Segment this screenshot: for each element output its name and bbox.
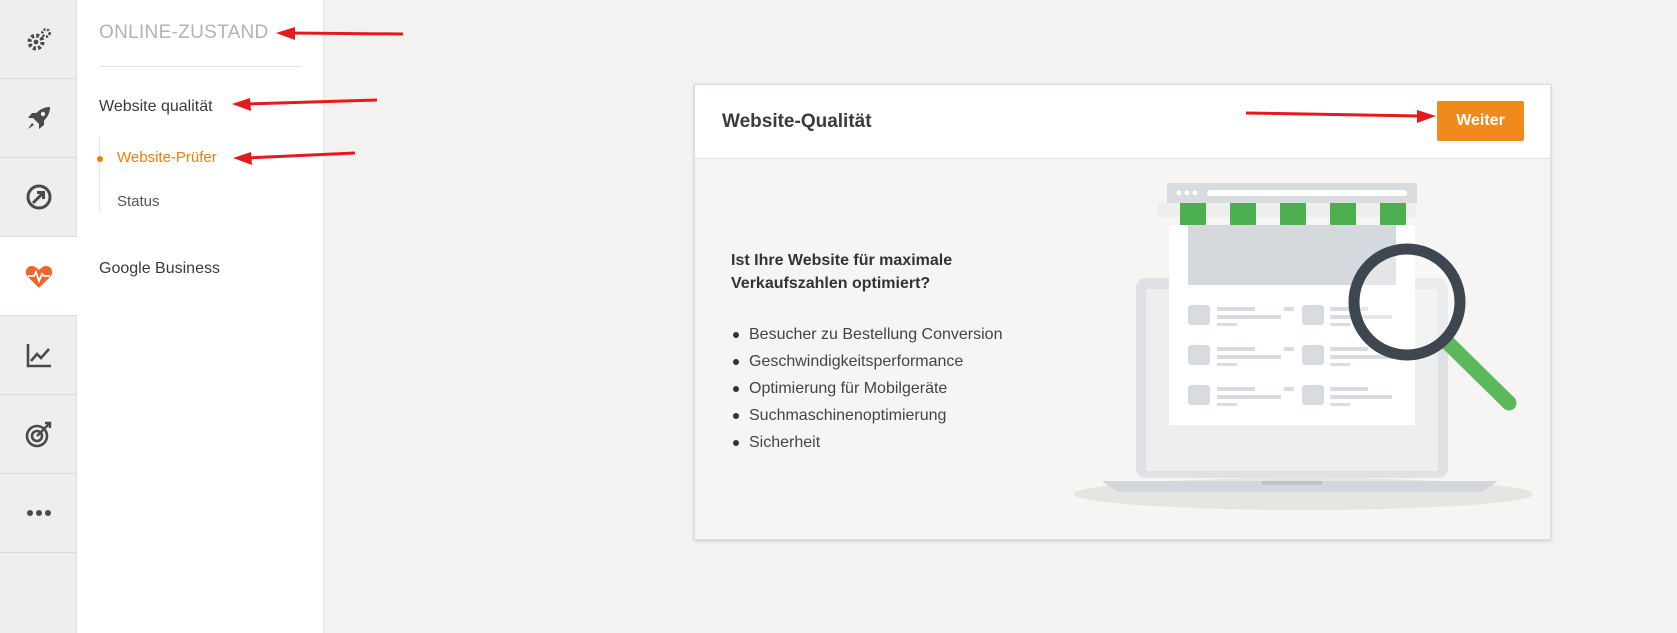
list-item: Optimierung für Mobilgeräte	[731, 375, 1002, 402]
nav-status[interactable]: Status	[117, 193, 160, 210]
nav-website-quality[interactable]: Website qualität	[99, 98, 213, 116]
card-question: Ist Ihre Website für maximale Verkaufsza…	[731, 252, 953, 292]
shop-laptop-illustration	[1074, 183, 1532, 510]
subnav-rail	[99, 136, 100, 212]
gauge-arrow-icon	[26, 184, 51, 210]
heart-pulse-icon	[25, 266, 52, 288]
section-subnav: ONLINE-ZUSTAND Website qualität Website-…	[77, 0, 324, 633]
next-button[interactable]: Weiter	[1437, 101, 1524, 141]
nav-google-business[interactable]: Google Business	[99, 260, 220, 278]
health-nav-button[interactable]	[0, 237, 77, 316]
performance-nav-button[interactable]	[0, 158, 77, 237]
section-title: ONLINE-ZUSTAND	[99, 22, 269, 43]
launch-nav-button[interactable]	[0, 79, 77, 158]
target-icon	[25, 421, 51, 448]
nav-website-checker[interactable]: Website-Prüfer	[117, 149, 217, 166]
list-item: Suchmaschinenoptimierung	[731, 402, 1002, 429]
analytics-nav-button[interactable]	[0, 316, 77, 395]
line-chart-icon	[26, 344, 51, 368]
website-quality-card: Website-Qualität Weiter Ist Ihre Website…	[694, 84, 1551, 540]
more-nav-button[interactable]	[0, 474, 77, 553]
section-divider	[99, 66, 302, 67]
feature-list: Besucher zu Bestellung Conversion Geschw…	[731, 321, 1002, 456]
rocket-icon	[27, 107, 50, 129]
more-dots-icon	[26, 510, 51, 516]
list-item: Geschwindigkeitsperformance	[731, 348, 1002, 375]
card-title: Website-Qualität	[722, 111, 872, 132]
active-indicator-dot	[97, 156, 103, 162]
card-header: Website-Qualität Weiter	[695, 85, 1550, 159]
settings-gears-icon	[27, 28, 51, 51]
settings-nav-button[interactable]	[0, 0, 77, 79]
goals-nav-button[interactable]	[0, 395, 77, 474]
list-item: Besucher zu Bestellung Conversion	[731, 321, 1002, 348]
icon-sidebar	[0, 0, 77, 633]
list-item: Sicherheit	[731, 429, 1002, 456]
